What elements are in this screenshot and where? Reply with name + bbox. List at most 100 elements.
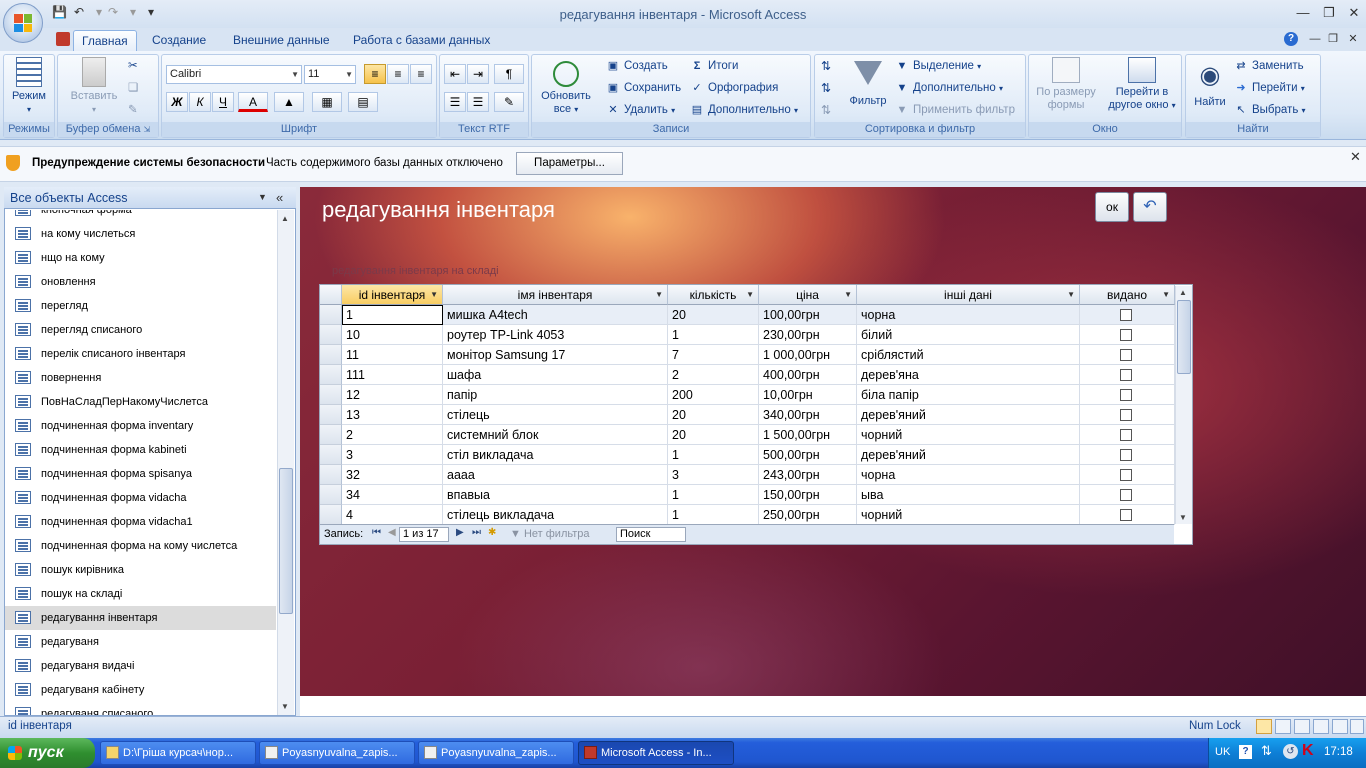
table-cell[interactable]: шафа <box>443 365 668 385</box>
table-cell[interactable]: дерев'яний <box>857 445 1080 465</box>
nav-dropdown-icon[interactable]: ▼ <box>258 192 267 202</box>
table-row[interactable]: 13 стілець 20 340,00грн дерев'яний <box>320 405 1175 425</box>
issued-checkbox[interactable] <box>1120 429 1132 441</box>
minimize-icon[interactable]: — <box>1292 4 1314 22</box>
chevron-down-icon[interactable]: ▼ <box>844 285 852 305</box>
nav-item[interactable]: нщо на кому <box>15 246 276 270</box>
select-button[interactable]: ↖ Выбрать ▾ <box>1234 101 1305 119</box>
table-row[interactable]: 4 стілець викладача 1 250,00грн чорний <box>320 505 1175 525</box>
taskbar-item-access[interactable]: Microsoft Access - In... <box>578 741 734 765</box>
doc-restore-icon[interactable]: ❐ <box>1322 30 1344 48</box>
nav-item[interactable]: подчиненная форма inventary <box>15 414 276 438</box>
table-cell[interactable]: біла папір <box>857 385 1080 405</box>
italic-button[interactable]: К <box>189 92 211 112</box>
advanced-filter-button[interactable]: ▼ Дополнительно ▾ <box>895 79 1003 97</box>
nav-item[interactable]: подчиненная форма на кому числетса <box>15 534 276 558</box>
decrease-indent-icon[interactable]: ⇤ <box>444 64 466 84</box>
table-cell[interactable]: 1 <box>668 325 759 345</box>
filter-button[interactable]: Фильтр <box>845 61 891 108</box>
table-cell[interactable]: 32 <box>342 465 443 485</box>
new-record-nav-icon[interactable]: ✱ <box>488 527 496 538</box>
increase-indent-icon[interactable]: ⇥ <box>467 64 489 84</box>
table-cell[interactable]: 2 <box>342 425 443 445</box>
nav-item[interactable]: редагуваня кабінету <box>15 678 276 702</box>
table-cell[interactable]: 10,00грн <box>759 385 857 405</box>
table-cell[interactable]: сріблястий <box>857 345 1080 365</box>
table-row[interactable]: 34 впавыа 1 150,00грн ыва <box>320 485 1175 505</box>
table-row[interactable]: 3 стіл викладача 1 500,00грн дерев'яний <box>320 445 1175 465</box>
issued-checkbox[interactable] <box>1120 489 1132 501</box>
table-cell[interactable]: чорна <box>857 305 1080 325</box>
row-selector[interactable] <box>320 445 342 465</box>
scroll-down-icon[interactable]: ▼ <box>1179 513 1187 522</box>
back-arrow-tray-icon[interactable]: ↺ <box>1283 744 1298 759</box>
nav-item[interactable]: кнопочная форма <box>15 210 276 222</box>
table-cell[interactable]: 1 000,00грн <box>759 345 857 365</box>
nav-item[interactable]: перегляд <box>15 294 276 318</box>
font-name-combo[interactable]: Calibri ▼ <box>166 65 302 84</box>
alternate-fill-icon[interactable]: ▤ <box>348 92 378 112</box>
paragraph-icon[interactable]: ¶ <box>494 64 524 84</box>
nav-scrollbar[interactable]: ▲ ▼ <box>277 210 294 715</box>
nav-item[interactable]: ПовНаСладПерНакомуЧислетса <box>15 390 276 414</box>
table-cell[interactable]: стіл викладача <box>443 445 668 465</box>
scroll-down-icon[interactable]: ▼ <box>281 702 289 711</box>
table-cell[interactable]: стілець <box>443 405 668 425</box>
find-button[interactable]: ◉ Найти <box>1188 61 1232 109</box>
table-cell[interactable]: 111 <box>342 365 443 385</box>
ok-button[interactable]: ок <box>1095 192 1129 222</box>
table-cell[interactable]: 150,00грн <box>759 485 857 505</box>
bold-button[interactable]: Ж <box>166 92 188 112</box>
fill-color-icon[interactable]: ▲ <box>274 92 304 112</box>
table-cell[interactable]: білий <box>857 325 1080 345</box>
nav-item[interactable]: перегляд списаного <box>15 318 276 342</box>
table-row[interactable]: 12 папір 200 10,00грн біла папір <box>320 385 1175 405</box>
new-record-button[interactable]: ▣ Создать <box>606 57 668 75</box>
table-cell[interactable]: чорний <box>857 425 1080 445</box>
apply-filter-button[interactable]: ▼ Применить фильтр <box>895 101 1015 119</box>
column-header-other[interactable]: інші дані ▼ <box>857 285 1080 305</box>
table-row[interactable]: 11 монітор Samsung 17 7 1 000,00грн срібляст… <box>320 345 1175 365</box>
column-header-id[interactable]: id інвентаря ▼ <box>342 285 443 305</box>
security-options-button[interactable]: Параметры... <box>516 152 623 175</box>
table-cell[interactable]: дерев'яна <box>857 365 1080 385</box>
table-row[interactable]: 32 аааа 3 243,00грн чорна <box>320 465 1175 485</box>
table-cell[interactable]: 400,00грн <box>759 365 857 385</box>
switch-windows-button[interactable]: Перейти в другое окно ▾ <box>1103 57 1181 112</box>
row-selector[interactable] <box>320 305 342 325</box>
bullets-icon[interactable]: ☰ <box>467 92 489 112</box>
table-cell[interactable]: 1 500,00грн <box>759 425 857 445</box>
no-filter-button[interactable]: ▼ Нет фильтра <box>510 528 590 540</box>
scroll-up-icon[interactable]: ▲ <box>281 214 289 223</box>
numbering-icon[interactable]: ☰ <box>444 92 466 112</box>
record-position-field[interactable]: 1 из 17 <box>399 527 449 542</box>
nav-scroll-thumb[interactable] <box>279 468 293 614</box>
issued-checkbox[interactable] <box>1120 469 1132 481</box>
taskbar-item-word-2[interactable]: Poyasnyuvalna_zapis... <box>418 741 574 765</box>
chevron-down-icon[interactable]: ▼ <box>1162 285 1170 305</box>
tab-home[interactable]: Главная <box>73 30 137 51</box>
replace-button[interactable]: ⇄ Заменить <box>1234 57 1303 75</box>
shutter-bar-icon[interactable]: « <box>276 190 283 205</box>
tab-external-data[interactable]: Внешние данные <box>225 30 338 51</box>
scroll-up-icon[interactable]: ▲ <box>1179 288 1187 297</box>
copy-icon[interactable]: ❏ <box>128 79 138 97</box>
row-selector[interactable] <box>320 485 342 505</box>
taskbar-item-explorer[interactable]: D:\Гріша курсач\нор... <box>100 741 256 765</box>
undo-button[interactable]: ↶ <box>1133 192 1167 222</box>
nav-item[interactable]: редагуваня списаного <box>15 702 276 715</box>
datasheet-scrollbar[interactable]: ▲ ▼ <box>1175 286 1192 524</box>
column-header-quantity[interactable]: кількість ▼ <box>668 285 759 305</box>
table-cell[interactable]: чорний <box>857 505 1080 525</box>
row-selector[interactable] <box>320 405 342 425</box>
column-header-issued[interactable]: видано ▼ <box>1080 285 1175 305</box>
nav-item[interactable]: редагуваня <box>15 630 276 654</box>
close-security-bar-icon[interactable]: ✕ <box>1350 149 1361 165</box>
paste-button[interactable]: Вставить ▾ <box>62 57 126 116</box>
table-cell[interactable]: системний блок <box>443 425 668 445</box>
table-cell[interactable]: 10 <box>342 325 443 345</box>
totals-button[interactable]: Σ Итоги <box>690 57 739 75</box>
size-to-fit-button[interactable]: По размеру формы <box>1031 57 1101 112</box>
layout-view-icon[interactable] <box>1332 719 1348 734</box>
save-record-button[interactable]: ▣ Сохранить <box>606 79 681 97</box>
